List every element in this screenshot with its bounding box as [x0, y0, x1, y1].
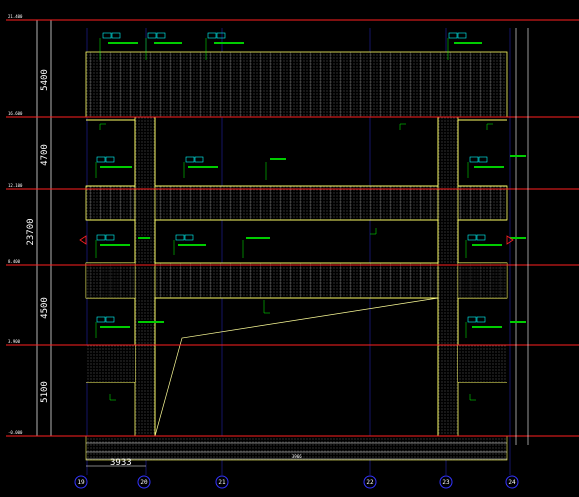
- axis-label-20: 20: [140, 479, 148, 486]
- bottom-dim-3933: 3933: [110, 458, 132, 468]
- dim-5100: 5100: [40, 381, 50, 403]
- level-label-2: 16.600: [8, 111, 23, 116]
- level-label-5: 3.900: [8, 339, 21, 344]
- dim-23700: 23700: [26, 218, 36, 245]
- level-label-4: 8.400: [8, 259, 21, 264]
- bottom-dim-total: 3966: [292, 454, 302, 459]
- level-label-1: 21.400: [8, 14, 23, 19]
- level-label-6: -0.000: [8, 430, 23, 435]
- dim-4500: 4500: [40, 297, 50, 319]
- dim-4700: 4700: [40, 144, 50, 166]
- axis-label-21: 21: [218, 479, 226, 486]
- dim-5400: 5400: [40, 69, 50, 91]
- level-label-3: 12.100: [8, 183, 23, 188]
- axis-label-22: 22: [366, 479, 374, 486]
- axis-label-23: 23: [442, 479, 450, 486]
- axis-label-24: 24: [508, 479, 516, 486]
- elevation-drawing: 21.400 16.600 12.100 8.400 3.900 -0.000 …: [0, 0, 579, 497]
- axis-label-19: 19: [77, 479, 85, 486]
